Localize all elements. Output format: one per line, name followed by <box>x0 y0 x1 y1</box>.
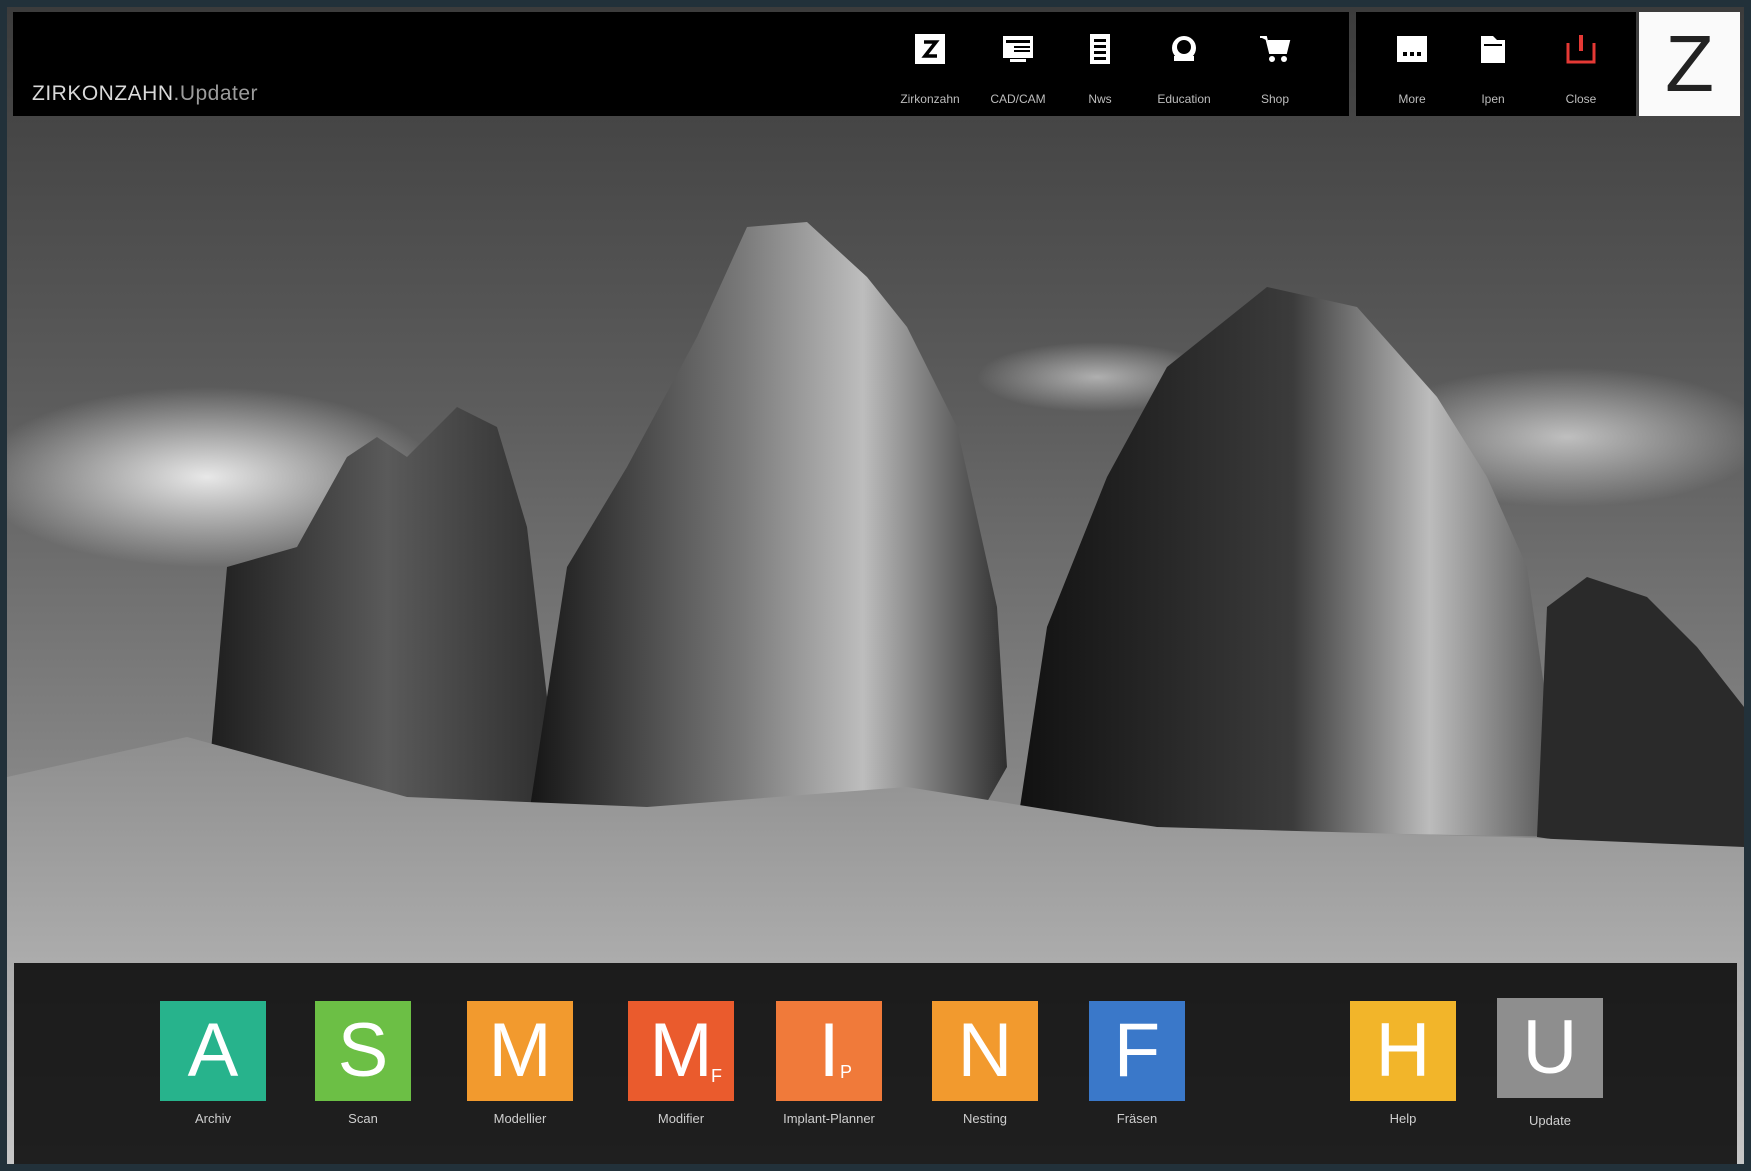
nav-zirkonzahn-label: Zirkonzahn <box>900 92 960 106</box>
tile-modifier-letter: M <box>649 1008 713 1093</box>
tile-fraesen-label: Fräsen <box>1116 1111 1158 1126</box>
nav-education[interactable]: Education <box>1145 32 1223 112</box>
tile-scan-letter: S <box>337 1008 389 1093</box>
action-open[interactable]: Ipen <box>1454 32 1532 112</box>
more-icon <box>1395 32 1429 66</box>
nav-zirkonzahn[interactable]: Zirkonzahn <box>891 32 969 112</box>
action-more[interactable]: More <box>1373 32 1451 112</box>
zirkonzahn-logo[interactable]: Z <box>1639 12 1740 116</box>
tile-help-label: Help <box>1389 1111 1417 1126</box>
tile-archiv[interactable]: A <box>160 1001 266 1101</box>
news-icon <box>1083 32 1117 66</box>
app-title: ZIRKONZAHN.Updater <box>32 82 258 106</box>
tile-scan[interactable]: S <box>315 1001 411 1101</box>
tile-modifier-sub: F <box>711 1066 722 1086</box>
app-title-main: ZIRKONZAHN <box>32 82 174 105</box>
tile-update[interactable]: U <box>1497 998 1603 1098</box>
tile-fraesen[interactable]: F <box>1089 1001 1185 1101</box>
education-icon <box>1167 32 1201 66</box>
nav-shop-label: Shop <box>1260 92 1290 106</box>
logo-letter: Z <box>1665 19 1714 108</box>
tile-nesting-letter: N <box>957 1008 1013 1093</box>
z-logo-icon <box>913 32 947 66</box>
tile-modellier-label: Modellier <box>493 1111 547 1126</box>
nav-shop[interactable]: Shop <box>1236 32 1314 112</box>
tile-implant-planner-letter: I <box>818 1008 840 1093</box>
tile-nesting[interactable]: N <box>932 1001 1038 1101</box>
nav-news[interactable]: Nws <box>1061 32 1139 112</box>
tile-update-letter: U <box>1522 1005 1578 1090</box>
action-close[interactable]: Close <box>1542 32 1620 112</box>
tile-modifier[interactable]: MF <box>628 1001 734 1101</box>
nav-education-label: Education <box>1157 92 1211 106</box>
tile-fraesen-letter: F <box>1113 1008 1161 1093</box>
tile-modellier-letter: M <box>488 1008 552 1093</box>
action-close-label: Close <box>1565 92 1597 106</box>
monitor-icon <box>1001 32 1035 66</box>
app-title-sub: .Updater <box>173 82 259 105</box>
tile-help[interactable]: H <box>1350 1001 1456 1101</box>
nav-cadcam[interactable]: CAD/CAM <box>979 32 1057 112</box>
tile-modellier[interactable]: M <box>467 1001 573 1101</box>
tile-scan-label: Scan <box>348 1111 378 1126</box>
top-bar-actions: More Ipen Close <box>1356 12 1636 116</box>
tile-help-letter: H <box>1375 1008 1431 1093</box>
app-dock: A Archiv S Scan M Modellier MF Modifier … <box>14 963 1737 1164</box>
power-icon <box>1564 32 1598 66</box>
app-window: ZIRKONZAHN.Updater Zirkonzahn CAD/CAM Nw… <box>7 7 1744 1164</box>
tile-nesting-label: Nesting <box>962 1111 1008 1126</box>
tile-modifier-label: Modifier <box>657 1111 705 1126</box>
tile-archiv-letter: A <box>187 1008 239 1093</box>
folder-icon <box>1476 32 1510 66</box>
action-open-label: Ipen <box>1481 92 1505 106</box>
tile-implant-planner-sub: P <box>839 1062 852 1082</box>
top-bar: ZIRKONZAHN.Updater Zirkonzahn CAD/CAM Nw… <box>13 12 1349 116</box>
tile-archiv-label: Archiv <box>194 1111 232 1126</box>
tile-implant-planner-label: Implant-Planner <box>783 1111 875 1126</box>
tile-update-label: Update <box>1529 1113 1571 1128</box>
cart-icon <box>1258 32 1292 66</box>
tile-implant-planner[interactable]: IP <box>776 1001 882 1101</box>
